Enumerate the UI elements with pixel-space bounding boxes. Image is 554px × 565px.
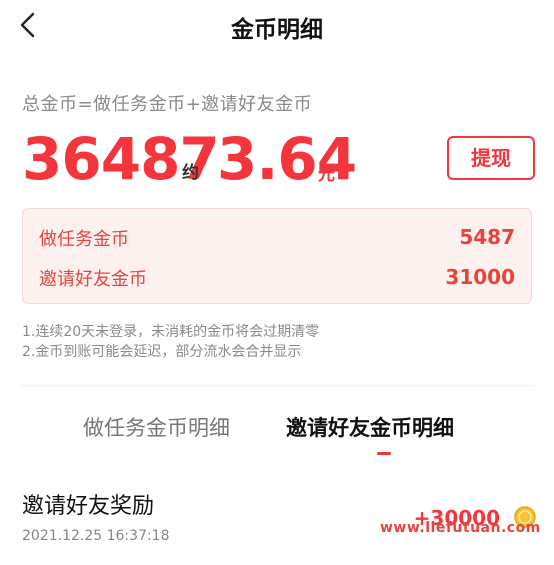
record-title: 邀请好友奖励 xyxy=(22,494,155,519)
list-item[interactable]: 邀请好友奖励 2021.12.25 16:37:18 +30000 xyxy=(22,482,542,552)
breakdown-row-invite: 邀请好友金币 31000 xyxy=(39,265,515,295)
tab-invite-coin-detail[interactable]: 邀请好友金币明细 xyxy=(286,412,454,442)
cash-value: 3.64 xyxy=(217,125,357,193)
breakdown-label: 做任务金币 xyxy=(39,229,129,250)
breakdown-value: 5487 xyxy=(459,225,515,249)
page-title: 金币明细 xyxy=(231,17,323,43)
coin-breakdown-panel: 做任务金币 5487 邀请好友金币 31000 xyxy=(22,208,532,304)
breakdown-row-task: 做任务金币 5487 xyxy=(39,225,515,255)
total-summary: 36487 约 3.64 元 提现 xyxy=(22,124,542,194)
divider xyxy=(22,385,532,386)
notes: 1.连续20天未登录，未消耗的金币将会过期清零 2.金币到账可能会延迟，部分流水… xyxy=(22,322,319,362)
approx-label: 约 xyxy=(182,163,199,183)
withdraw-button[interactable]: 提现 xyxy=(447,136,535,180)
note-line: 2.金币到账可能会延迟，部分流水会合并显示 xyxy=(22,344,302,360)
watermark-text: www.liefutuan.com xyxy=(380,520,541,536)
note-line: 1.连续20天未登录，未消耗的金币将会过期清零 xyxy=(22,324,320,340)
active-tab-indicator xyxy=(377,452,391,455)
breakdown-value: 31000 xyxy=(445,265,515,289)
header-bar: 金币明细 xyxy=(0,0,554,52)
cash-unit: 元 xyxy=(318,165,335,185)
breakdown-label: 邀请好友金币 xyxy=(39,269,147,290)
tab-task-coin-detail[interactable]: 做任务金币明细 xyxy=(83,412,230,442)
coin-formula-text: 总金币=做任务金币+邀请好友金币 xyxy=(22,94,313,115)
detail-tabs: 做任务金币明细 邀请好友金币明细 xyxy=(0,412,554,462)
record-time: 2021.12.25 16:37:18 xyxy=(22,528,170,544)
